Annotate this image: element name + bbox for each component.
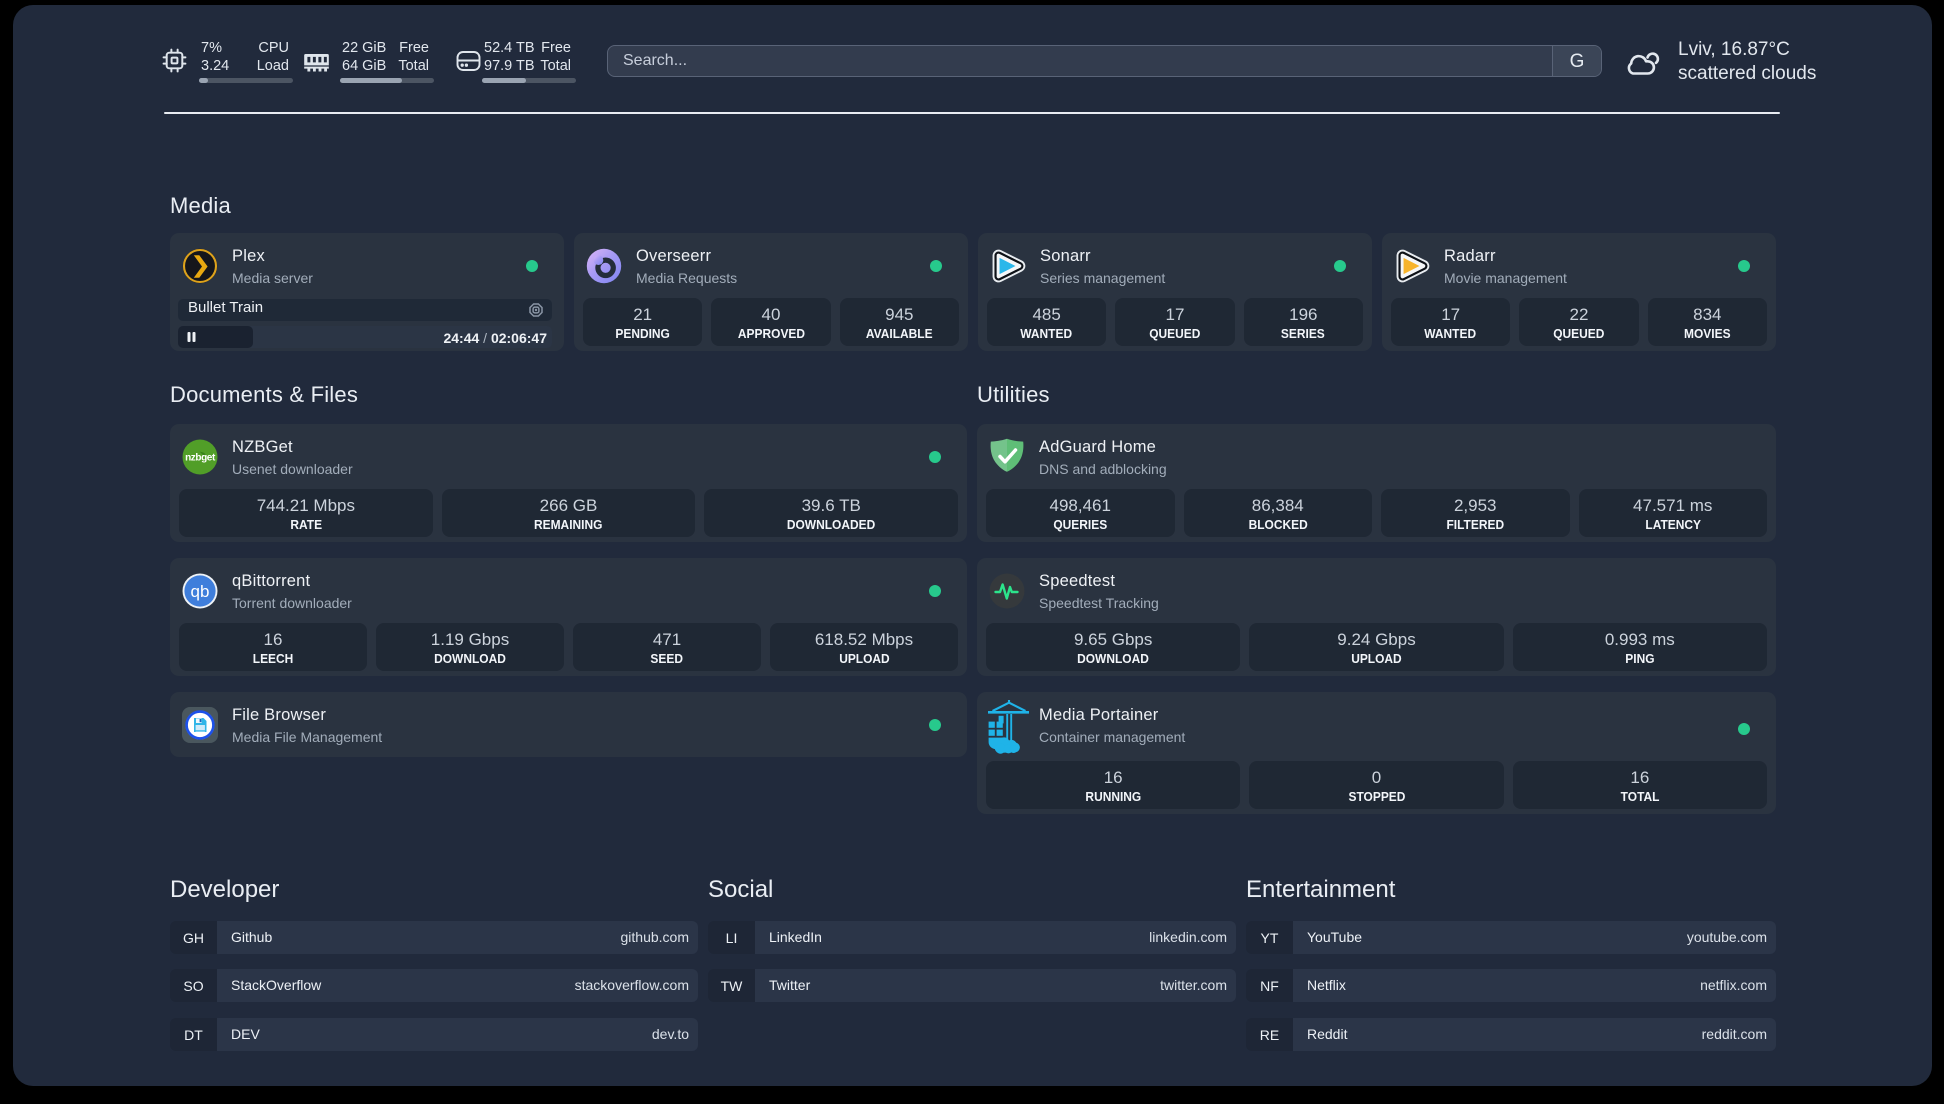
- svg-text:qb: qb: [191, 582, 210, 601]
- svg-text:nzbget: nzbget: [185, 453, 216, 464]
